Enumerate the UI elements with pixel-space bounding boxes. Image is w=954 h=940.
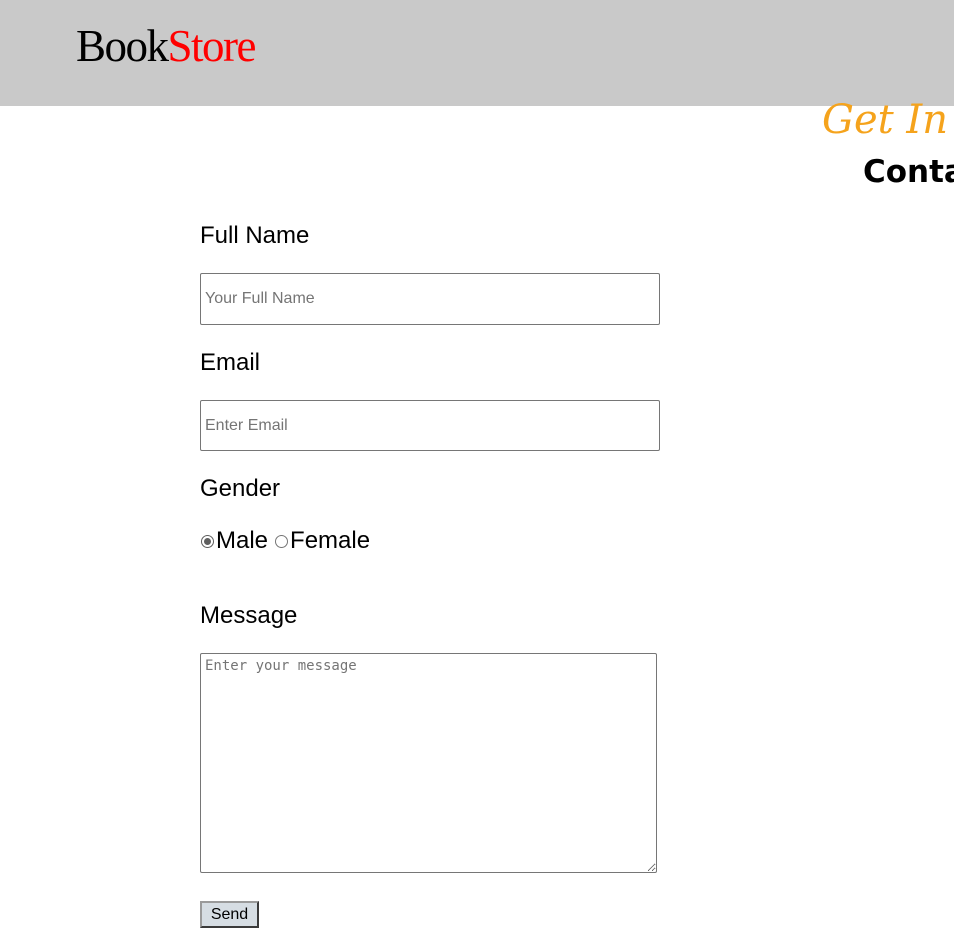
female-radio[interactable]: [275, 534, 289, 548]
logo-text-store: Store: [167, 21, 257, 71]
page-title: Conta: [863, 154, 954, 190]
email-label: Email: [200, 349, 261, 376]
male-radio-label[interactable]: Male: [216, 527, 268, 555]
full-name-input[interactable]: [200, 273, 660, 325]
site-header: BookStore: [0, 0, 954, 106]
message-textarea[interactable]: [200, 653, 657, 873]
logo[interactable]: BookStore: [76, 21, 257, 71]
full-name-label: Full Name: [200, 222, 310, 249]
logo-text-book: Book: [76, 21, 169, 71]
send-button[interactable]: Send: [200, 901, 259, 928]
female-radio-label[interactable]: Female: [290, 527, 370, 555]
tagline: Get In: [822, 97, 948, 143]
gender-radio-group: Male Female: [200, 527, 376, 555]
gender-label: Gender: [200, 475, 281, 502]
male-radio[interactable]: [201, 534, 214, 548]
email-input[interactable]: [200, 400, 660, 451]
message-label: Message: [200, 602, 298, 629]
